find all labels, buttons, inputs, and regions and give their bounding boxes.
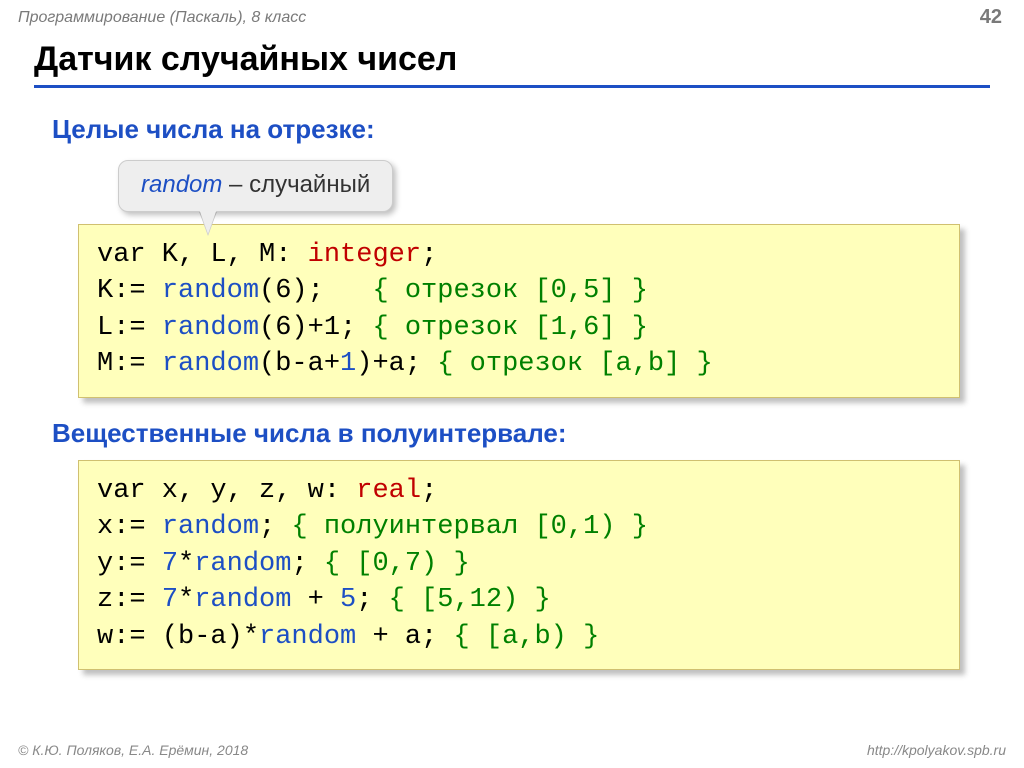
callout-keyword: random <box>141 171 222 198</box>
code-token: ; <box>421 240 437 270</box>
subtitle-reals: Вещественные числа в полуинтервале: <box>52 418 567 449</box>
code-token: + a; <box>356 622 453 652</box>
course-label: Программирование (Паскаль), 8 класс <box>18 9 306 27</box>
callout-tail <box>198 206 218 234</box>
code-token: 7 <box>162 549 178 579</box>
code-token: x:= <box>97 512 162 542</box>
code-token: M:= <box>97 349 162 379</box>
code-block-reals: var x, y, z, w: real; x:= random; { полу… <box>78 460 960 670</box>
code-token: ; <box>291 549 323 579</box>
code-token: L:= <box>97 313 162 343</box>
callout-dash: – <box>222 171 249 198</box>
code-comment: { отрезок [1,6] } <box>372 313 647 343</box>
code-token: 5 <box>340 585 356 615</box>
callout-random: random – случайный <box>118 160 393 212</box>
code-token: var <box>97 476 146 506</box>
code-comment: { полуинтервал [0,1) } <box>291 512 647 542</box>
code-comment: { [5,12) } <box>389 585 551 615</box>
code-token: random <box>162 313 259 343</box>
code-token: random <box>162 349 259 379</box>
code-token: (b-a+ <box>259 349 340 379</box>
top-bar: Программирование (Паскаль), 8 класс 42 <box>0 0 1024 33</box>
code-token: (6)+1; <box>259 313 372 343</box>
slide: Программирование (Паскаль), 8 класс 42 Д… <box>0 0 1024 768</box>
code-token: + <box>291 585 340 615</box>
subtitle-integers: Целые числа на отрезке: <box>52 114 375 145</box>
code-token: z:= <box>97 585 162 615</box>
code-token: ; <box>356 585 388 615</box>
code-token: integer <box>308 240 421 270</box>
code-token: ; <box>421 476 437 506</box>
code-token: w:= <box>97 622 162 652</box>
callout-meaning: случайный <box>249 171 370 198</box>
code-token: * <box>178 585 194 615</box>
code-token: (6); <box>259 276 372 306</box>
code-comment: { отрезок [a,b] } <box>437 349 712 379</box>
code-comment: { отрезок [0,5] } <box>372 276 647 306</box>
code-token: x, y, z, w: <box>146 476 357 506</box>
code-token: random <box>259 622 356 652</box>
code-token: (b-a)* <box>162 622 259 652</box>
code-token: K:= <box>97 276 162 306</box>
code-comment: { [0,7) } <box>324 549 470 579</box>
slide-title: Датчик случайных чисел <box>34 40 990 88</box>
footer: © К.Ю. Поляков, Е.А. Ерёмин, 2018 http:/… <box>18 742 1006 758</box>
code-token: ; <box>259 512 291 542</box>
code-token: var <box>97 240 146 270</box>
code-token: * <box>178 549 194 579</box>
code-token: random <box>194 549 291 579</box>
code-comment: { [a,b) } <box>453 622 599 652</box>
code-token: y:= <box>97 549 162 579</box>
copyright: © К.Ю. Поляков, Е.А. Ерёмин, 2018 <box>18 742 248 758</box>
code-block-integers: var K, L, M: integer; K:= random(6); { о… <box>78 224 960 398</box>
code-token: K, L, M: <box>146 240 308 270</box>
code-token: )+a; <box>356 349 437 379</box>
code-token: random <box>194 585 291 615</box>
code-token: 7 <box>162 585 178 615</box>
code-token: real <box>356 476 421 506</box>
footer-url: http://kpolyakov.spb.ru <box>867 742 1006 758</box>
code-token: random <box>162 512 259 542</box>
code-token: random <box>162 276 259 306</box>
code-token: 1 <box>340 349 356 379</box>
page-number: 42 <box>980 6 1002 29</box>
